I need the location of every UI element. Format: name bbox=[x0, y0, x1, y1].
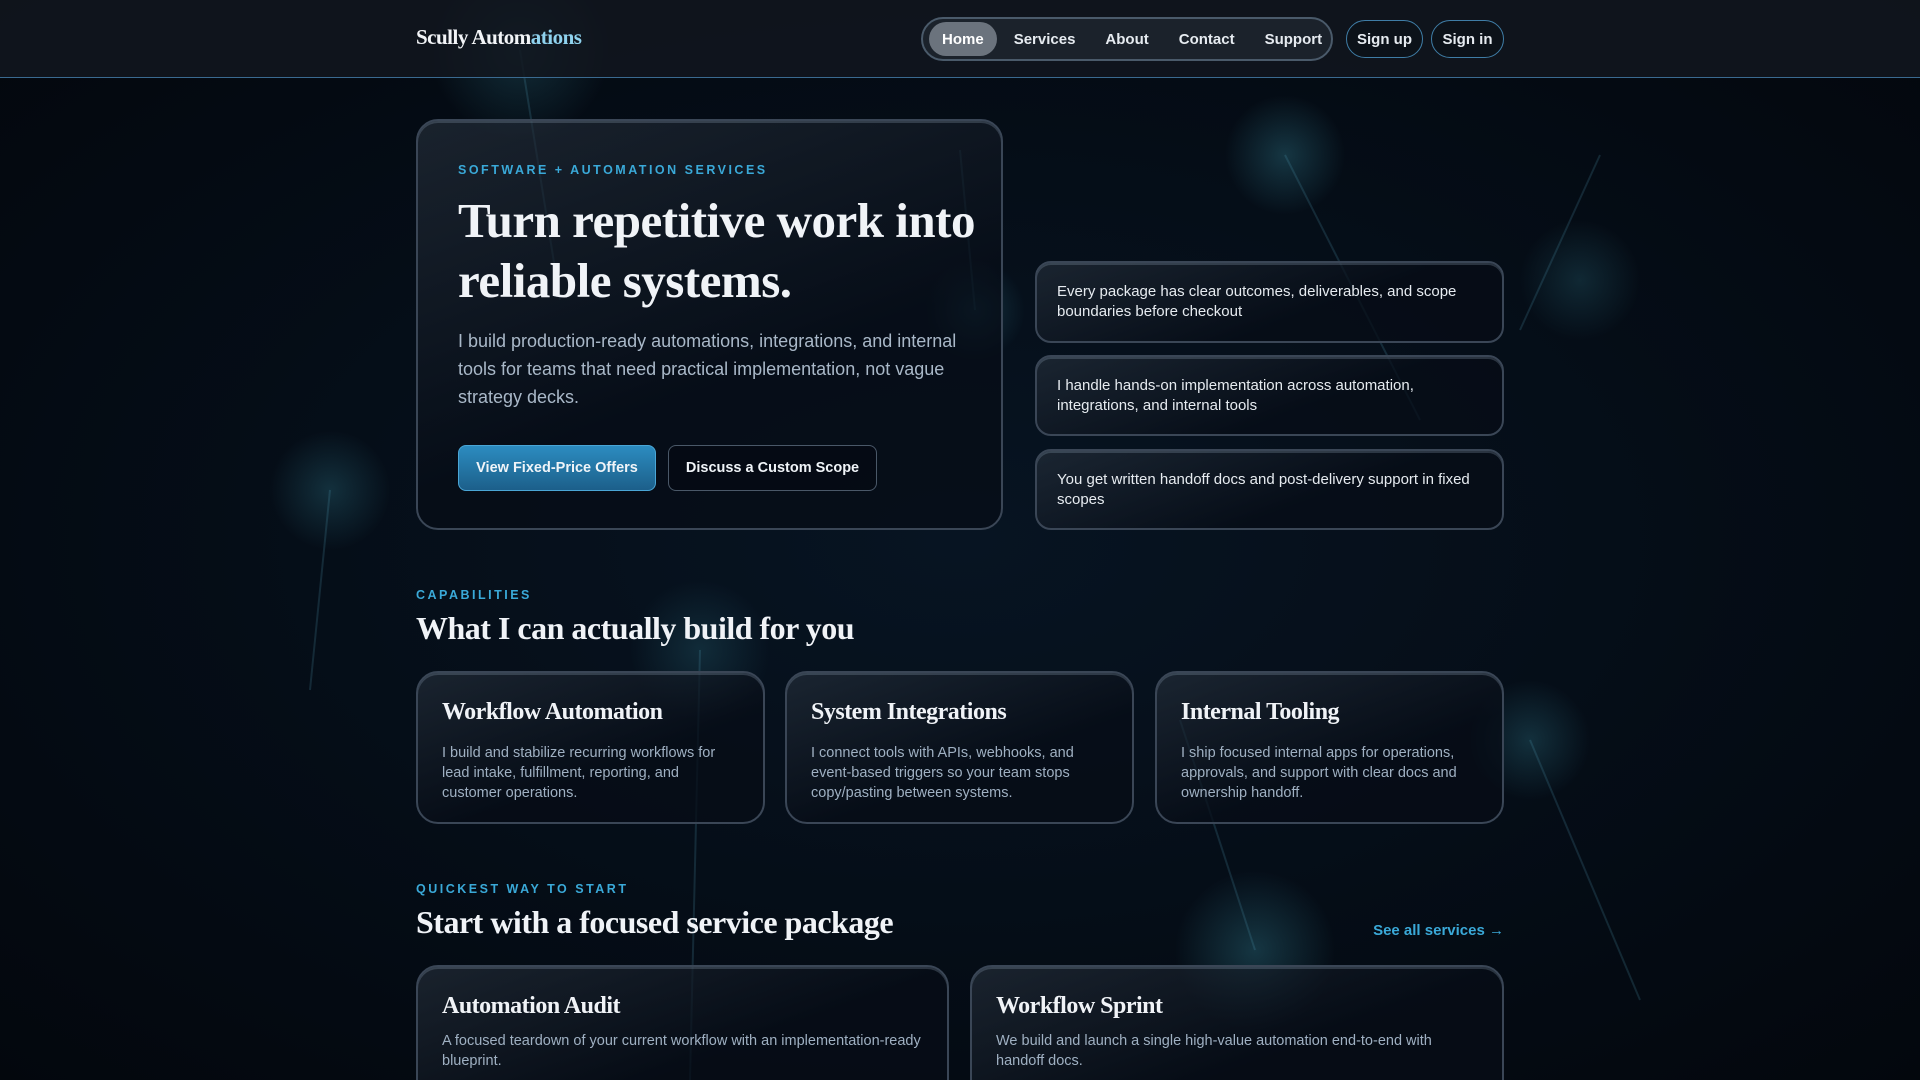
hero-eyebrow: SOFTWARE + AUTOMATION SERVICES bbox=[458, 163, 768, 177]
hero-title: Turn repetitive work into reliable syste… bbox=[458, 193, 975, 308]
capability-title: System Integrations bbox=[811, 699, 1007, 725]
logo[interactable]: Scully Automations bbox=[416, 25, 582, 50]
see-all-services-link[interactable]: See all services → bbox=[1373, 922, 1504, 939]
nav-home[interactable]: Home bbox=[929, 22, 997, 56]
value-point-text: Every package has clear outcomes, delive… bbox=[1057, 283, 1457, 320]
value-point: You get written handoff docs and post-de… bbox=[1035, 449, 1504, 530]
package-title: Workflow Sprint bbox=[996, 993, 1163, 1019]
capability-card: Internal Tooling I ship focused internal… bbox=[1155, 671, 1504, 824]
capability-card: Workflow Automation I build and stabiliz… bbox=[416, 671, 765, 824]
capability-text: I ship focused internal apps for operati… bbox=[1181, 745, 1457, 801]
packages-eyebrow: QUICKEST WAY TO START bbox=[416, 882, 629, 896]
package-title: Automation Audit bbox=[442, 993, 621, 1019]
packages-title: Start with a focused service package bbox=[416, 904, 894, 940]
capability-title: Internal Tooling bbox=[1181, 699, 1340, 725]
sign-in-button[interactable]: Sign in bbox=[1431, 20, 1504, 58]
capability-text: I build and stabilize recurring workflow… bbox=[442, 745, 716, 801]
nav-services[interactable]: Services bbox=[1001, 22, 1089, 56]
nav-about[interactable]: About bbox=[1092, 22, 1161, 56]
capability-text: I connect tools with APIs, webhooks, and… bbox=[811, 745, 1074, 801]
capability-title: Workflow Automation bbox=[442, 699, 663, 725]
hero-description: I build production-ready automations, in… bbox=[458, 331, 957, 407]
logo-text: Scully Autom bbox=[416, 25, 531, 49]
main-nav: Home Services About Contact Support bbox=[921, 17, 1333, 61]
capability-card: System Integrations I connect tools with… bbox=[785, 671, 1134, 824]
value-point-text: I handle hands-on implementation across … bbox=[1057, 376, 1414, 414]
value-point-text: You get written handoff docs and post-de… bbox=[1057, 470, 1470, 508]
package-text: A focused teardown of your current workf… bbox=[442, 1033, 921, 1069]
nav-support[interactable]: Support bbox=[1252, 22, 1336, 56]
capabilities-title: What I can actually build for you bbox=[416, 610, 855, 646]
value-point: Every package has clear outcomes, delive… bbox=[1035, 261, 1504, 343]
custom-scope-button[interactable]: Discuss a Custom Scope bbox=[668, 445, 877, 491]
sign-up-button[interactable]: Sign up bbox=[1346, 20, 1423, 58]
view-offers-button[interactable]: View Fixed-Price Offers bbox=[458, 445, 656, 491]
package-card[interactable]: Automation Audit A focused teardown of y… bbox=[416, 965, 949, 1080]
package-card[interactable]: Workflow Sprint We build and launch a si… bbox=[970, 965, 1504, 1080]
logo-accent-text: ations bbox=[530, 25, 582, 49]
nav-contact[interactable]: Contact bbox=[1166, 22, 1248, 56]
capabilities-eyebrow: CAPABILITIES bbox=[416, 588, 532, 602]
top-navbar: Scully Automations Home Services About C… bbox=[0, 0, 1920, 78]
value-point: I handle hands-on implementation across … bbox=[1035, 355, 1504, 436]
hero-card: SOFTWARE + AUTOMATION SERVICES Turn repe… bbox=[416, 119, 1003, 530]
package-text: We build and launch a single high-value … bbox=[996, 1033, 1432, 1069]
